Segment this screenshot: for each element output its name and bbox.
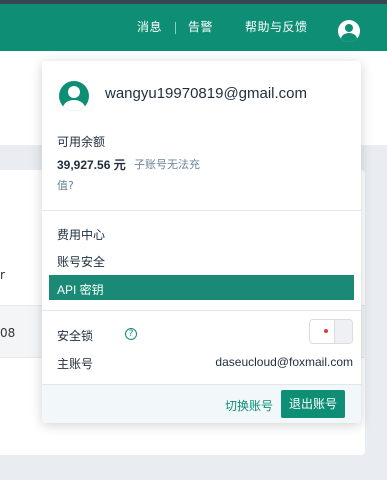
switch-account-link[interactable]: 切换账号 (225, 397, 273, 414)
toggle-status-dot (324, 329, 328, 333)
nav-separator (175, 22, 176, 34)
background-text-fragment: r (0, 268, 5, 282)
nav-help-link[interactable]: 帮助与反馈 (245, 4, 308, 51)
menu-item-api-keys[interactable]: API 密钥 (49, 275, 354, 300)
main-account-label: 主账号 (57, 357, 94, 371)
menu-item-billing-center[interactable]: 费用中心 (57, 226, 105, 243)
divider (42, 310, 361, 311)
nav-alerts-link[interactable]: 告警 (188, 4, 213, 51)
user-avatar-icon (59, 81, 89, 111)
user-account-dropdown: wangyu19970819@gmail.com 可用余额 39,927.56 … (42, 61, 361, 423)
divider (42, 210, 361, 211)
dropdown-footer: 切换账号 退出账号 (42, 384, 361, 423)
toggle-knob (334, 320, 352, 343)
top-navigation-bar: 消息 告警 帮助与反馈 (0, 4, 387, 51)
menu-item-account-security[interactable]: 账号安全 (57, 253, 105, 270)
nav-messages-link[interactable]: 消息 (137, 4, 162, 51)
menu-item-api-keys-label: API 密钥 (57, 283, 104, 297)
balance-label: 可用余额 (57, 135, 106, 149)
security-lock-toggle[interactable] (309, 319, 353, 344)
question-circle-icon[interactable]: ? (125, 328, 137, 340)
main-account-value: daseucloud@foxmail.com (215, 355, 353, 369)
user-avatar-icon[interactable] (338, 20, 360, 42)
background-cell-fragment: 08 (0, 326, 16, 340)
balance-value: 39,927.56 元 (57, 158, 126, 172)
logout-button[interactable]: 退出账号 (281, 390, 345, 418)
recharge-note: 子账号无法充 (134, 158, 200, 171)
security-lock-label: 安全锁 (57, 329, 94, 343)
user-email: wangyu19970819@gmail.com (105, 85, 308, 102)
recharge-note-continued: 值? (57, 179, 74, 192)
